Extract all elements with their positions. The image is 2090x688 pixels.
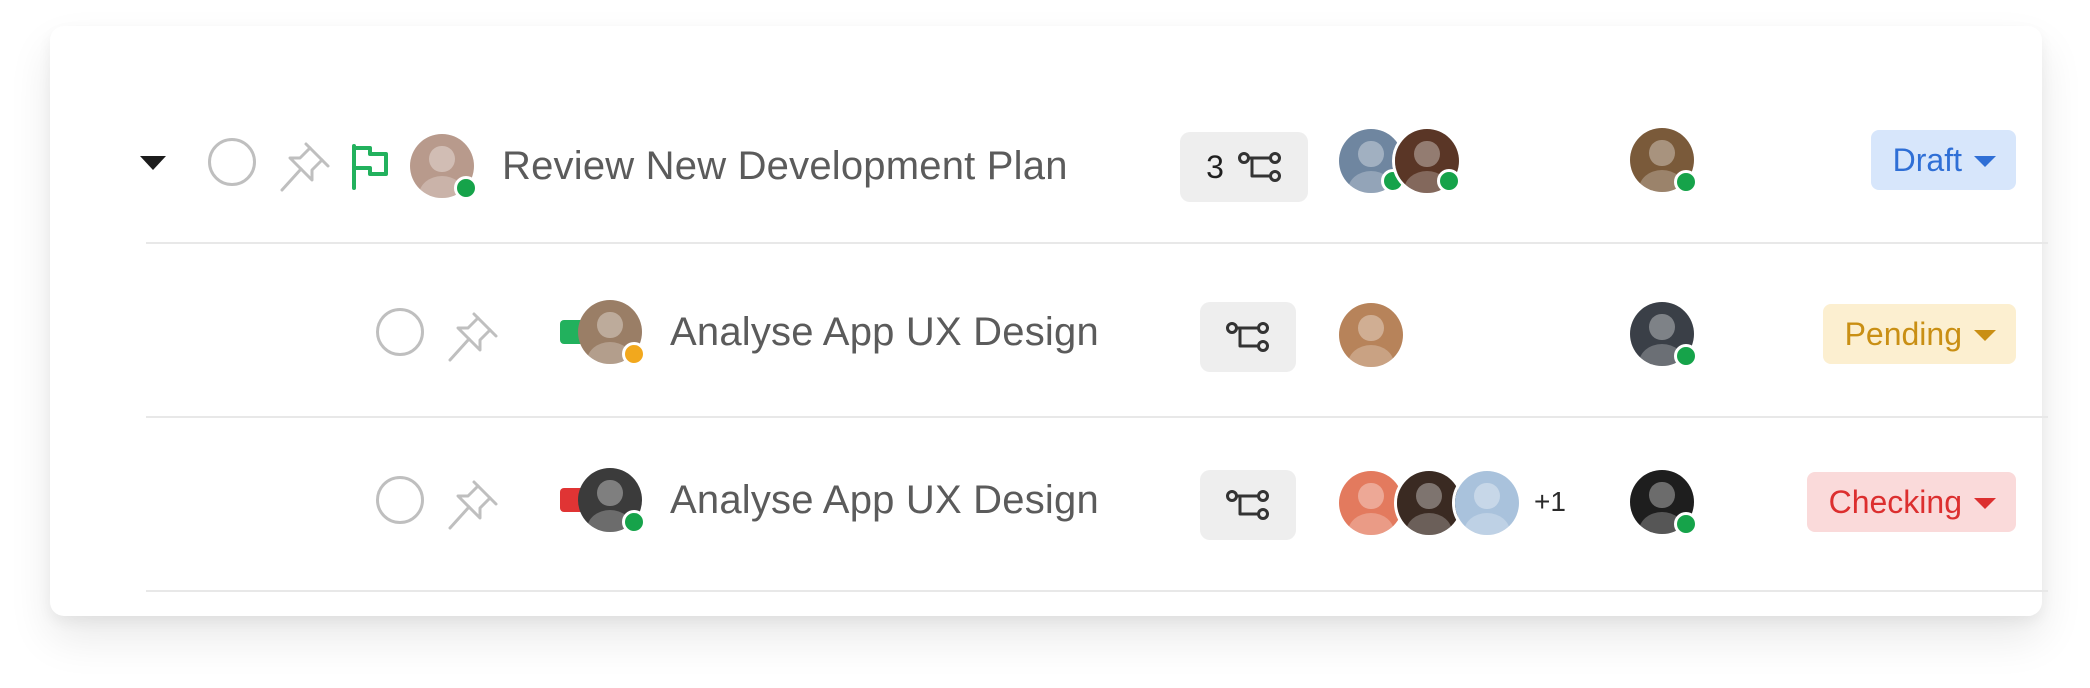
- subtask-count: 3: [1206, 148, 1224, 185]
- status-dropdown[interactable]: Draft: [1870, 130, 2016, 190]
- pin-icon[interactable]: [274, 140, 334, 196]
- complete-checkbox[interactable]: [376, 308, 424, 356]
- dropdown-arrow-icon: [1974, 155, 1996, 167]
- online-status-dot: [1674, 344, 1698, 368]
- row-divider: [146, 590, 2048, 592]
- collapse-caret-icon[interactable]: [140, 156, 166, 170]
- subtask-branch-icon: [1237, 152, 1281, 182]
- status-dropdown[interactable]: Checking: [1806, 472, 2016, 532]
- task-row[interactable]: Review New Development Plan 3 Draft: [140, 70, 2048, 244]
- online-status-dot: [622, 510, 646, 534]
- task-row[interactable]: Analyse App UX Design +1 Checking: [146, 418, 2048, 592]
- assignee-avatar-image: [1339, 303, 1403, 367]
- more-assignees-count[interactable]: +1: [1534, 470, 1566, 534]
- status-label: Checking: [1828, 483, 1962, 520]
- flag-icon[interactable]: [348, 142, 392, 192]
- complete-checkbox[interactable]: [208, 138, 256, 186]
- subtask-branch-icon: [1226, 490, 1269, 520]
- assignee-avatar[interactable]: [1392, 126, 1462, 196]
- reviewer-avatar[interactable]: [1630, 302, 1698, 368]
- online-status-dot: [1437, 169, 1461, 193]
- owner-avatar[interactable]: [410, 134, 478, 200]
- task-list-card: Review New Development Plan 3 Draft Anal…: [50, 26, 2048, 616]
- assignee-avatar[interactable]: [1452, 468, 1522, 538]
- assignee-avatar[interactable]: [1336, 300, 1406, 370]
- status-label: Pending: [1844, 315, 1962, 352]
- dropdown-arrow-icon: [1974, 497, 1996, 509]
- task-title[interactable]: Analyse App UX Design: [670, 476, 1099, 524]
- pin-icon[interactable]: [442, 478, 502, 534]
- assignee-avatars[interactable]: [1336, 300, 1406, 370]
- status-dropdown[interactable]: Pending: [1822, 304, 2016, 364]
- subtasks-chip[interactable]: 3: [1180, 132, 1308, 202]
- assignee-avatars[interactable]: +1: [1336, 468, 1586, 538]
- status-label: Draft: [1892, 141, 1962, 178]
- online-status-dot: [1674, 170, 1698, 194]
- assignee-avatar-image: [1455, 471, 1519, 535]
- owner-avatar[interactable]: [578, 300, 646, 366]
- task-row[interactable]: Analyse App UX Design Pending: [146, 244, 2048, 418]
- task-title[interactable]: Review New Development Plan: [502, 142, 1068, 190]
- subtasks-chip[interactable]: [1200, 470, 1296, 540]
- reviewer-avatar[interactable]: [1630, 470, 1698, 536]
- online-status-dot: [454, 176, 478, 200]
- owner-avatar[interactable]: [578, 468, 646, 534]
- subtask-branch-icon: [1226, 322, 1269, 352]
- pin-icon[interactable]: [442, 310, 502, 366]
- assignee-avatars[interactable]: [1336, 126, 1486, 196]
- reviewer-avatar[interactable]: [1630, 128, 1698, 194]
- dropdown-arrow-icon: [1974, 329, 1996, 341]
- away-status-dot: [622, 342, 646, 366]
- online-status-dot: [1674, 512, 1698, 536]
- task-title[interactable]: Analyse App UX Design: [670, 308, 1099, 356]
- subtasks-chip[interactable]: [1200, 302, 1296, 372]
- complete-checkbox[interactable]: [376, 476, 424, 524]
